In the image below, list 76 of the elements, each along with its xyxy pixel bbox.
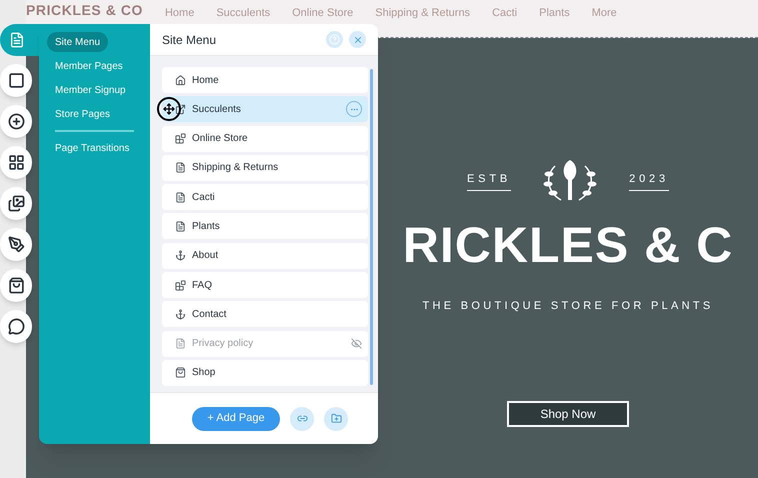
nav-link[interactable]: Home <box>164 6 194 20</box>
add-page-button[interactable]: + Add Page <box>192 406 280 430</box>
add-folder-button[interactable] <box>324 406 348 430</box>
page-item[interactable]: FAQ <box>162 272 368 298</box>
page-icon <box>175 338 186 350</box>
page-label: Plants <box>192 220 221 234</box>
page-item[interactable]: Home <box>162 67 368 93</box>
page-label: Shipping & Returns <box>192 161 280 176</box>
panel-tab[interactable]: Page Transitions <box>47 138 138 158</box>
page-label: Privacy policy <box>192 337 254 352</box>
nav-link[interactable]: Succulents <box>216 6 270 20</box>
page-label: About <box>192 249 220 264</box>
nav-link[interactable]: Cacti <box>492 6 518 20</box>
blocks-icon <box>175 280 186 291</box>
page-label: FAQ <box>192 278 214 293</box>
nav-link[interactable]: More <box>592 6 617 20</box>
page-item[interactable]: Shop <box>162 360 368 386</box>
toolbar-button[interactable] <box>0 146 32 179</box>
images-icon <box>8 195 24 212</box>
page-item[interactable]: Contact <box>162 301 368 328</box>
close-icon <box>352 34 362 44</box>
page-item[interactable]: Online Store <box>162 126 368 152</box>
link-page-icon <box>175 104 186 115</box>
panel-tab[interactable]: Member Pages <box>47 56 131 76</box>
bag-icon <box>8 277 24 294</box>
panel-tab[interactable]: Member Signup <box>47 80 134 100</box>
panel-title: Site Menu <box>162 32 218 48</box>
shop-now-button[interactable]: Shop Now <box>507 400 629 426</box>
add-link-button[interactable] <box>290 406 314 430</box>
scrollbar[interactable] <box>370 69 372 385</box>
hero-title: RICKLES & C <box>402 220 734 270</box>
anchor-icon <box>175 308 186 320</box>
link-icon <box>296 413 308 424</box>
anchor-icon <box>175 250 186 262</box>
page-icon <box>175 192 186 203</box>
home-icon <box>175 74 186 86</box>
toolbar-button[interactable] <box>0 105 32 138</box>
toolbar-button[interactable] <box>0 310 32 343</box>
page-label: Cacti <box>192 190 216 205</box>
panel-tab[interactable]: Store Pages <box>47 104 118 124</box>
toolbar-button[interactable] <box>0 64 32 97</box>
bag-icon <box>175 367 186 378</box>
page-item[interactable]: Shipping & Returns <box>162 154 368 181</box>
nav-link[interactable]: Shipping & Returns <box>375 6 470 20</box>
page-item[interactable]: Cacti <box>162 184 368 210</box>
year-text: 2023 <box>629 171 669 191</box>
nav-link[interactable]: Online Store <box>292 6 354 20</box>
toolbar-button[interactable] <box>0 228 32 261</box>
toolbar-button[interactable] <box>0 187 32 220</box>
page-label: Succulents <box>192 102 242 117</box>
help-icon <box>329 34 340 45</box>
nav-link[interactable]: Plants <box>539 6 570 20</box>
pen-icon <box>8 236 24 253</box>
apps-icon <box>8 154 24 171</box>
page-label: Contact <box>192 308 228 322</box>
page-item[interactable]: About <box>162 242 368 269</box>
add-icon <box>8 113 24 130</box>
toolbar-button[interactable] <box>0 269 32 302</box>
page-label: Online Store <box>192 132 249 146</box>
hidden-icon <box>351 338 362 350</box>
move-cursor-icon <box>157 97 181 122</box>
pages-icon <box>8 32 24 48</box>
page-icon <box>175 162 186 174</box>
panel-tab[interactable]: Site Menu <box>47 32 108 52</box>
page-item[interactable]: Privacy policy <box>162 330 368 357</box>
page-label: Home <box>192 74 220 88</box>
hero-tagline: THE BOUTIQUE STORE FOR PLANTS <box>422 299 714 314</box>
folder-plus-icon <box>330 413 342 424</box>
chat-icon <box>8 318 24 335</box>
blocks-icon <box>175 133 186 144</box>
page-label: Shop <box>192 366 216 380</box>
square-icon <box>8 72 24 89</box>
estb-text: ESTB <box>466 171 512 191</box>
page-item[interactable]: Plants <box>162 213 368 240</box>
site-logo: PRICKLES & CO <box>26 1 143 19</box>
page-icon <box>175 220 186 232</box>
